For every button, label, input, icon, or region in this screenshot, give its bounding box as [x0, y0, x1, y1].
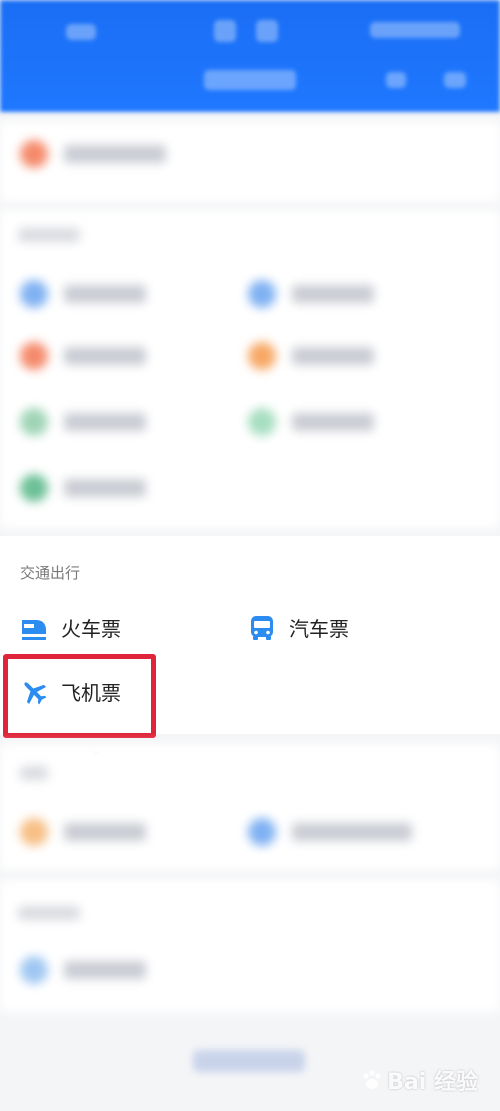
service-icon[interactable] — [20, 956, 48, 984]
service-label[interactable] — [64, 413, 146, 431]
service-icon[interactable] — [20, 818, 48, 846]
bus-ticket-label: 汽车票 — [289, 617, 349, 641]
status-icon — [214, 20, 236, 42]
section-heading — [18, 906, 80, 920]
service-icon[interactable] — [248, 342, 276, 370]
app-header — [0, 0, 500, 112]
card-services — [0, 210, 500, 528]
service-icon[interactable] — [20, 408, 48, 436]
service-label[interactable] — [64, 961, 146, 979]
service-label[interactable] — [64, 823, 146, 841]
service-label[interactable] — [64, 347, 146, 365]
service-icon[interactable] — [20, 474, 48, 502]
service-label[interactable] — [292, 285, 374, 303]
highlight-box — [3, 654, 156, 738]
card-other-2 — [0, 880, 500, 1012]
service-label — [64, 145, 166, 163]
service-label[interactable] — [292, 413, 374, 431]
service-icon — [20, 140, 48, 168]
paw-icon — [363, 1070, 381, 1089]
service-icon[interactable] — [248, 280, 276, 308]
train-icon — [22, 619, 46, 640]
train-ticket-label: 火车票 — [61, 617, 121, 641]
service-icon[interactable] — [248, 408, 276, 436]
back-icon[interactable] — [66, 24, 96, 40]
bus-icon — [251, 615, 273, 640]
more-icon[interactable] — [444, 72, 466, 88]
page-title — [204, 70, 296, 90]
watermark: Bai 经验 — [361, 1064, 478, 1096]
service-label[interactable] — [292, 823, 412, 841]
card-other-1 — [0, 744, 500, 870]
section-title-transport: 交通出行 — [20, 564, 81, 582]
service-label[interactable] — [292, 347, 374, 365]
service-icon[interactable] — [20, 280, 48, 308]
status-bar-right — [370, 22, 460, 38]
header-icon[interactable] — [386, 72, 406, 88]
section-heading — [20, 766, 48, 780]
service-label[interactable] — [64, 479, 146, 497]
watermark-text: Bai 经验 — [387, 1070, 478, 1095]
card-top — [0, 122, 500, 202]
service-icon[interactable] — [20, 342, 48, 370]
service-icon[interactable] — [248, 818, 276, 846]
section-heading — [18, 228, 80, 242]
status-icon — [256, 20, 278, 42]
service-label[interactable] — [64, 285, 146, 303]
footer-link[interactable] — [193, 1050, 305, 1072]
train-ticket-item[interactable]: 火车票 — [20, 613, 121, 642]
bus-ticket-item[interactable]: 汽车票 — [248, 613, 349, 642]
